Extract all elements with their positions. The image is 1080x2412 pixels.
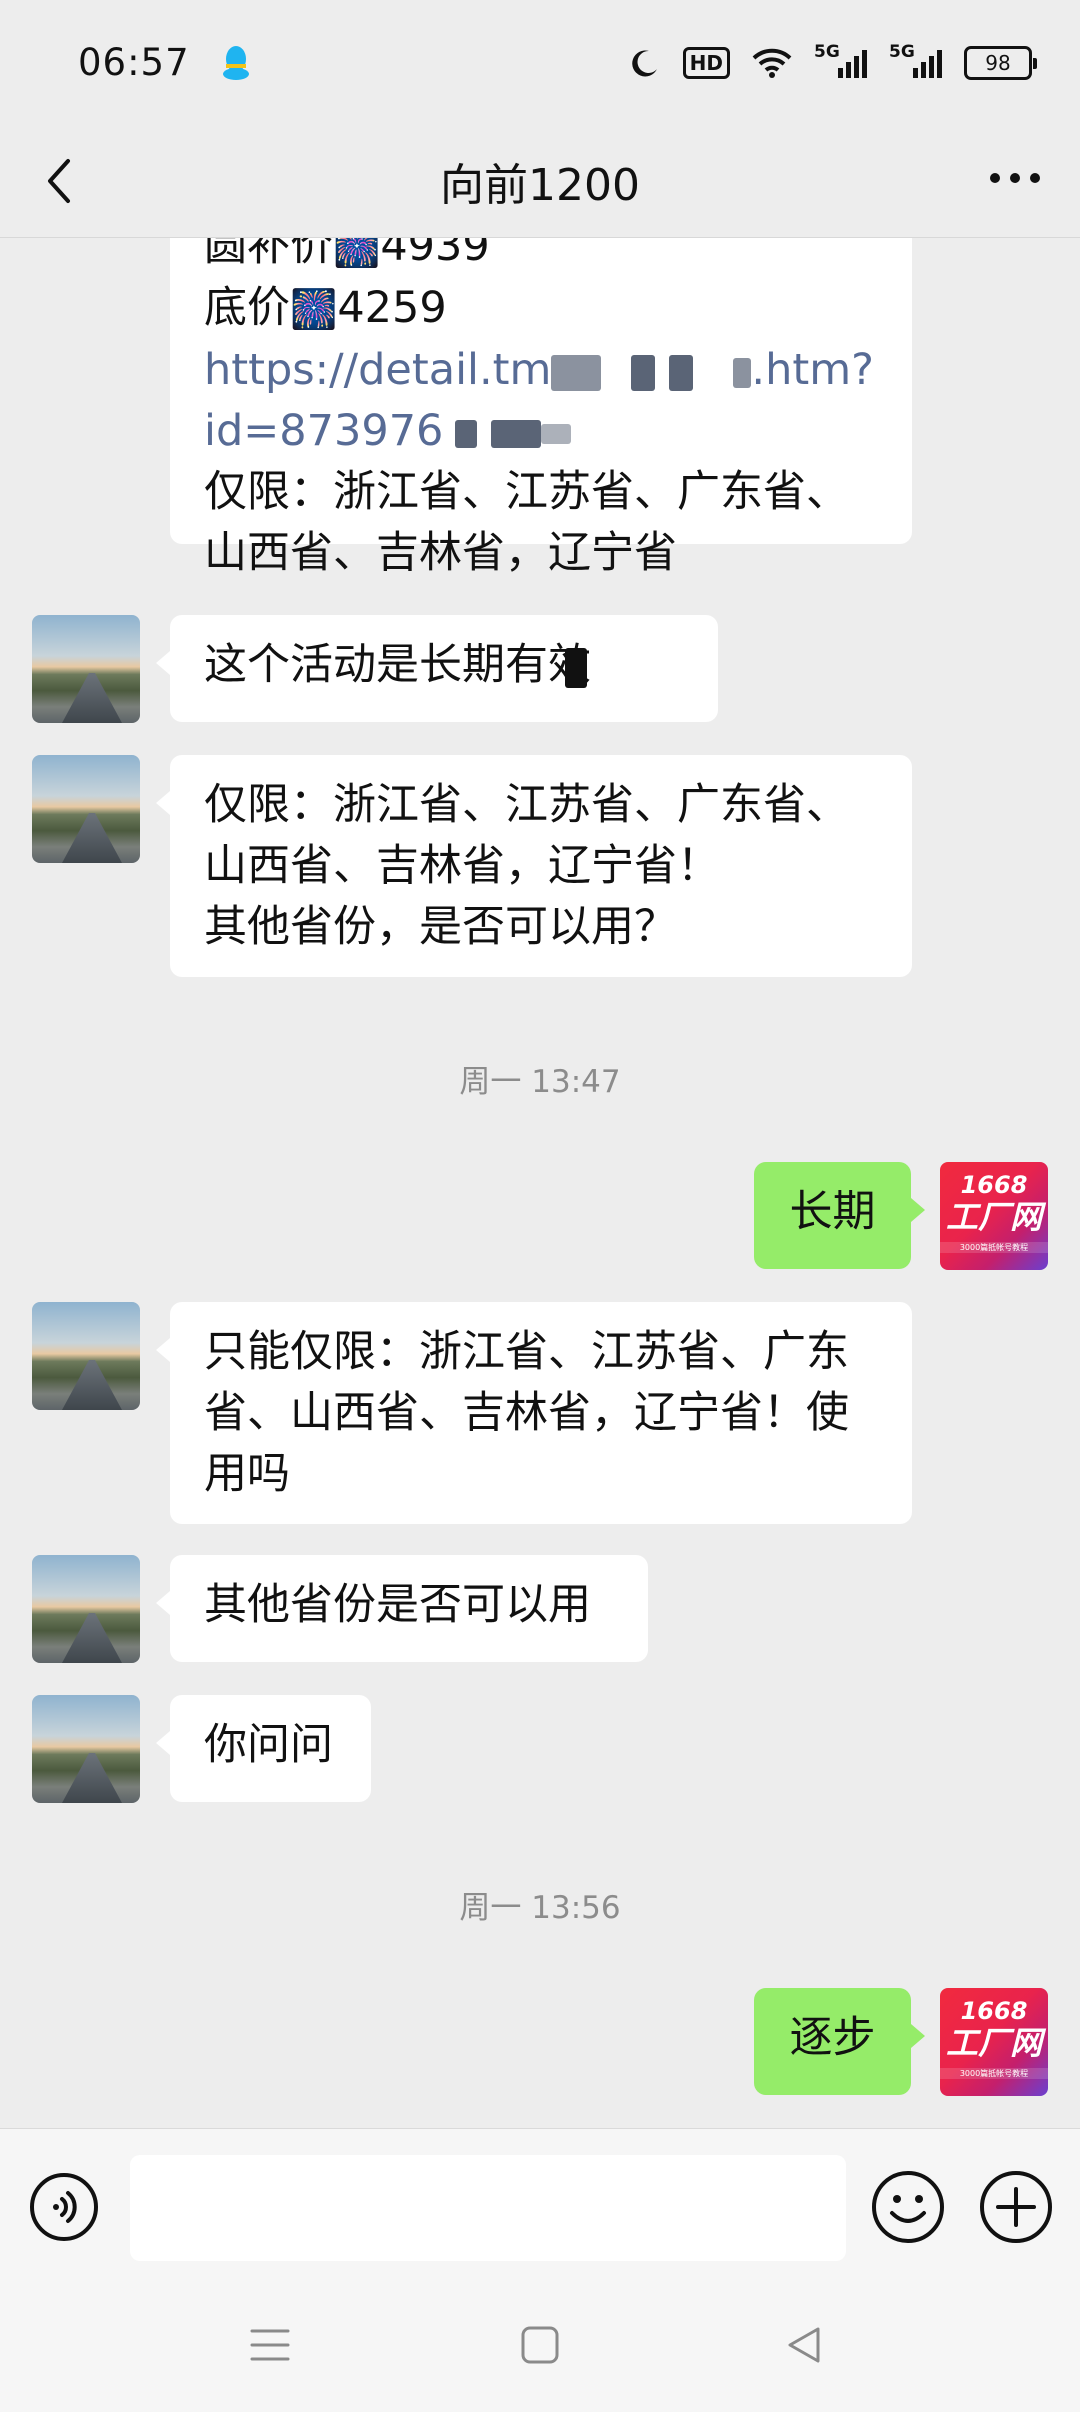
message-link[interactable]: id=873976 [204,401,878,462]
avatar[interactable] [32,1302,140,1410]
message-bubble-peer[interactable]: 圆补价🎆4939 底价🎆4259 https://detail.tm .htm? … [170,238,912,578]
message-bubble-mine[interactable]: 长期 [754,1162,925,1269]
emoji-icon[interactable] [870,2169,946,2245]
message-input[interactable] [130,2155,846,2261]
message-line: 底价🎆4259 [204,283,447,333]
avatar[interactable] [32,755,140,863]
signal-sim2: 5G [889,42,942,78]
avatar[interactable] [32,1555,140,1663]
status-time: 06:57 [78,41,190,84]
menu-icon[interactable] [248,2323,292,2367]
status-icons: HD 5G 5G 98 [629,42,1037,80]
message-bubble-mine[interactable]: 逐步 [754,1988,925,2095]
message-line: 圆补价🎆4939 [204,238,878,278]
chat-header: 向前1200 [0,125,1080,238]
my-avatar[interactable]: 1668 工厂网 3000篇抵帐号教程 [940,1162,1048,1270]
avatar[interactable] [32,1695,140,1803]
timestamp: 周一 13:47 [459,1064,621,1100]
fireworks-icon: 🎆 [333,238,381,269]
moon-icon [631,49,657,76]
avatar[interactable] [32,615,140,723]
message-line: 山西省、吉林省，辽宁省 [204,528,677,578]
signal-sim1: 5G [814,42,867,78]
home-icon[interactable] [518,2323,562,2367]
message-bubble-peer[interactable]: 仅限：浙江省、江苏省、广东省、 山西省、吉林省，辽宁省！ 其他省份，是否可以用？ [156,755,912,977]
my-avatar[interactable]: 1668 工厂网 3000篇抵帐号教程 [940,1988,1048,2096]
wifi-icon [752,48,792,78]
back-icon[interactable] [40,151,80,211]
message-list[interactable]: 圆补价🎆4939 底价🎆4259 https://detail.tm .htm? … [0,238,1080,2128]
message-bubble-peer[interactable]: 你问问 [156,1695,371,1802]
message-bubble-peer[interactable]: 这个活动是长期有效 [156,615,718,722]
message-bubble-peer[interactable]: 只能仅限：浙江省、江苏省、广东 省、山西省、吉林省，辽宁省！使 用吗 [156,1302,912,1524]
plus-icon[interactable] [978,2169,1054,2245]
hd-badge: HD [682,46,730,79]
fireworks-icon: 🎆 [290,287,338,331]
qq-icon [222,45,249,80]
status-bar: 06:57 HD 5G 5G 98 [0,0,1080,125]
voice-icon[interactable] [28,2171,100,2243]
input-bar [0,2128,1080,2284]
system-nav-bar [0,2283,1080,2412]
more-icon[interactable] [990,163,1046,193]
timestamp: 周一 13:56 [459,1890,621,1926]
message-bubble-peer[interactable]: 其他省份是否可以用 [156,1555,648,1662]
back-nav-icon[interactable] [782,2323,826,2367]
chat-title: 向前1200 [440,160,640,211]
battery-indicator: 98 [964,45,1037,80]
message-line: 仅限：浙江省、江苏省、广东省、 [204,467,849,517]
message-link[interactable]: https://detail.tm .htm? [204,340,878,401]
